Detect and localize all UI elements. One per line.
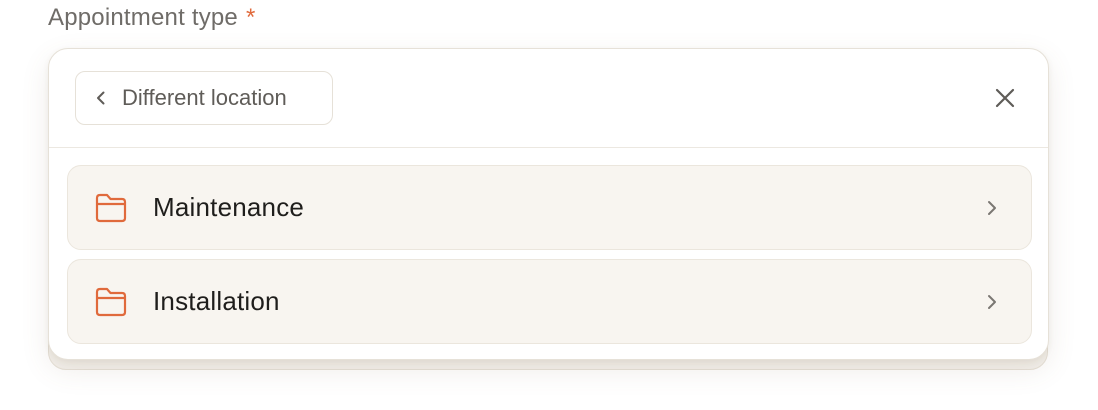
list-item-maintenance[interactable]: Maintenance — [67, 165, 1032, 250]
chevron-right-icon — [985, 292, 999, 312]
chevron-left-icon — [92, 89, 110, 107]
list-item-installation[interactable]: Installation — [67, 259, 1032, 344]
close-button[interactable] — [992, 85, 1018, 111]
dropdown-header: Different location — [49, 49, 1048, 148]
field-label-text: Appointment type — [48, 4, 238, 31]
chevron-right-icon — [985, 198, 999, 218]
folder-icon — [94, 286, 128, 318]
different-location-label: Different location — [122, 85, 287, 110]
close-icon — [994, 87, 1016, 109]
list-item-label: Installation — [153, 286, 280, 316]
folder-icon — [94, 192, 128, 224]
different-location-button[interactable]: Different location — [75, 71, 333, 125]
list-item-label: Maintenance — [153, 192, 305, 222]
required-mark: * — [246, 4, 256, 31]
appointment-type-dropdown: Different location Maintenance Installat… — [48, 48, 1049, 360]
field-label: Appointment type * — [48, 2, 256, 34]
